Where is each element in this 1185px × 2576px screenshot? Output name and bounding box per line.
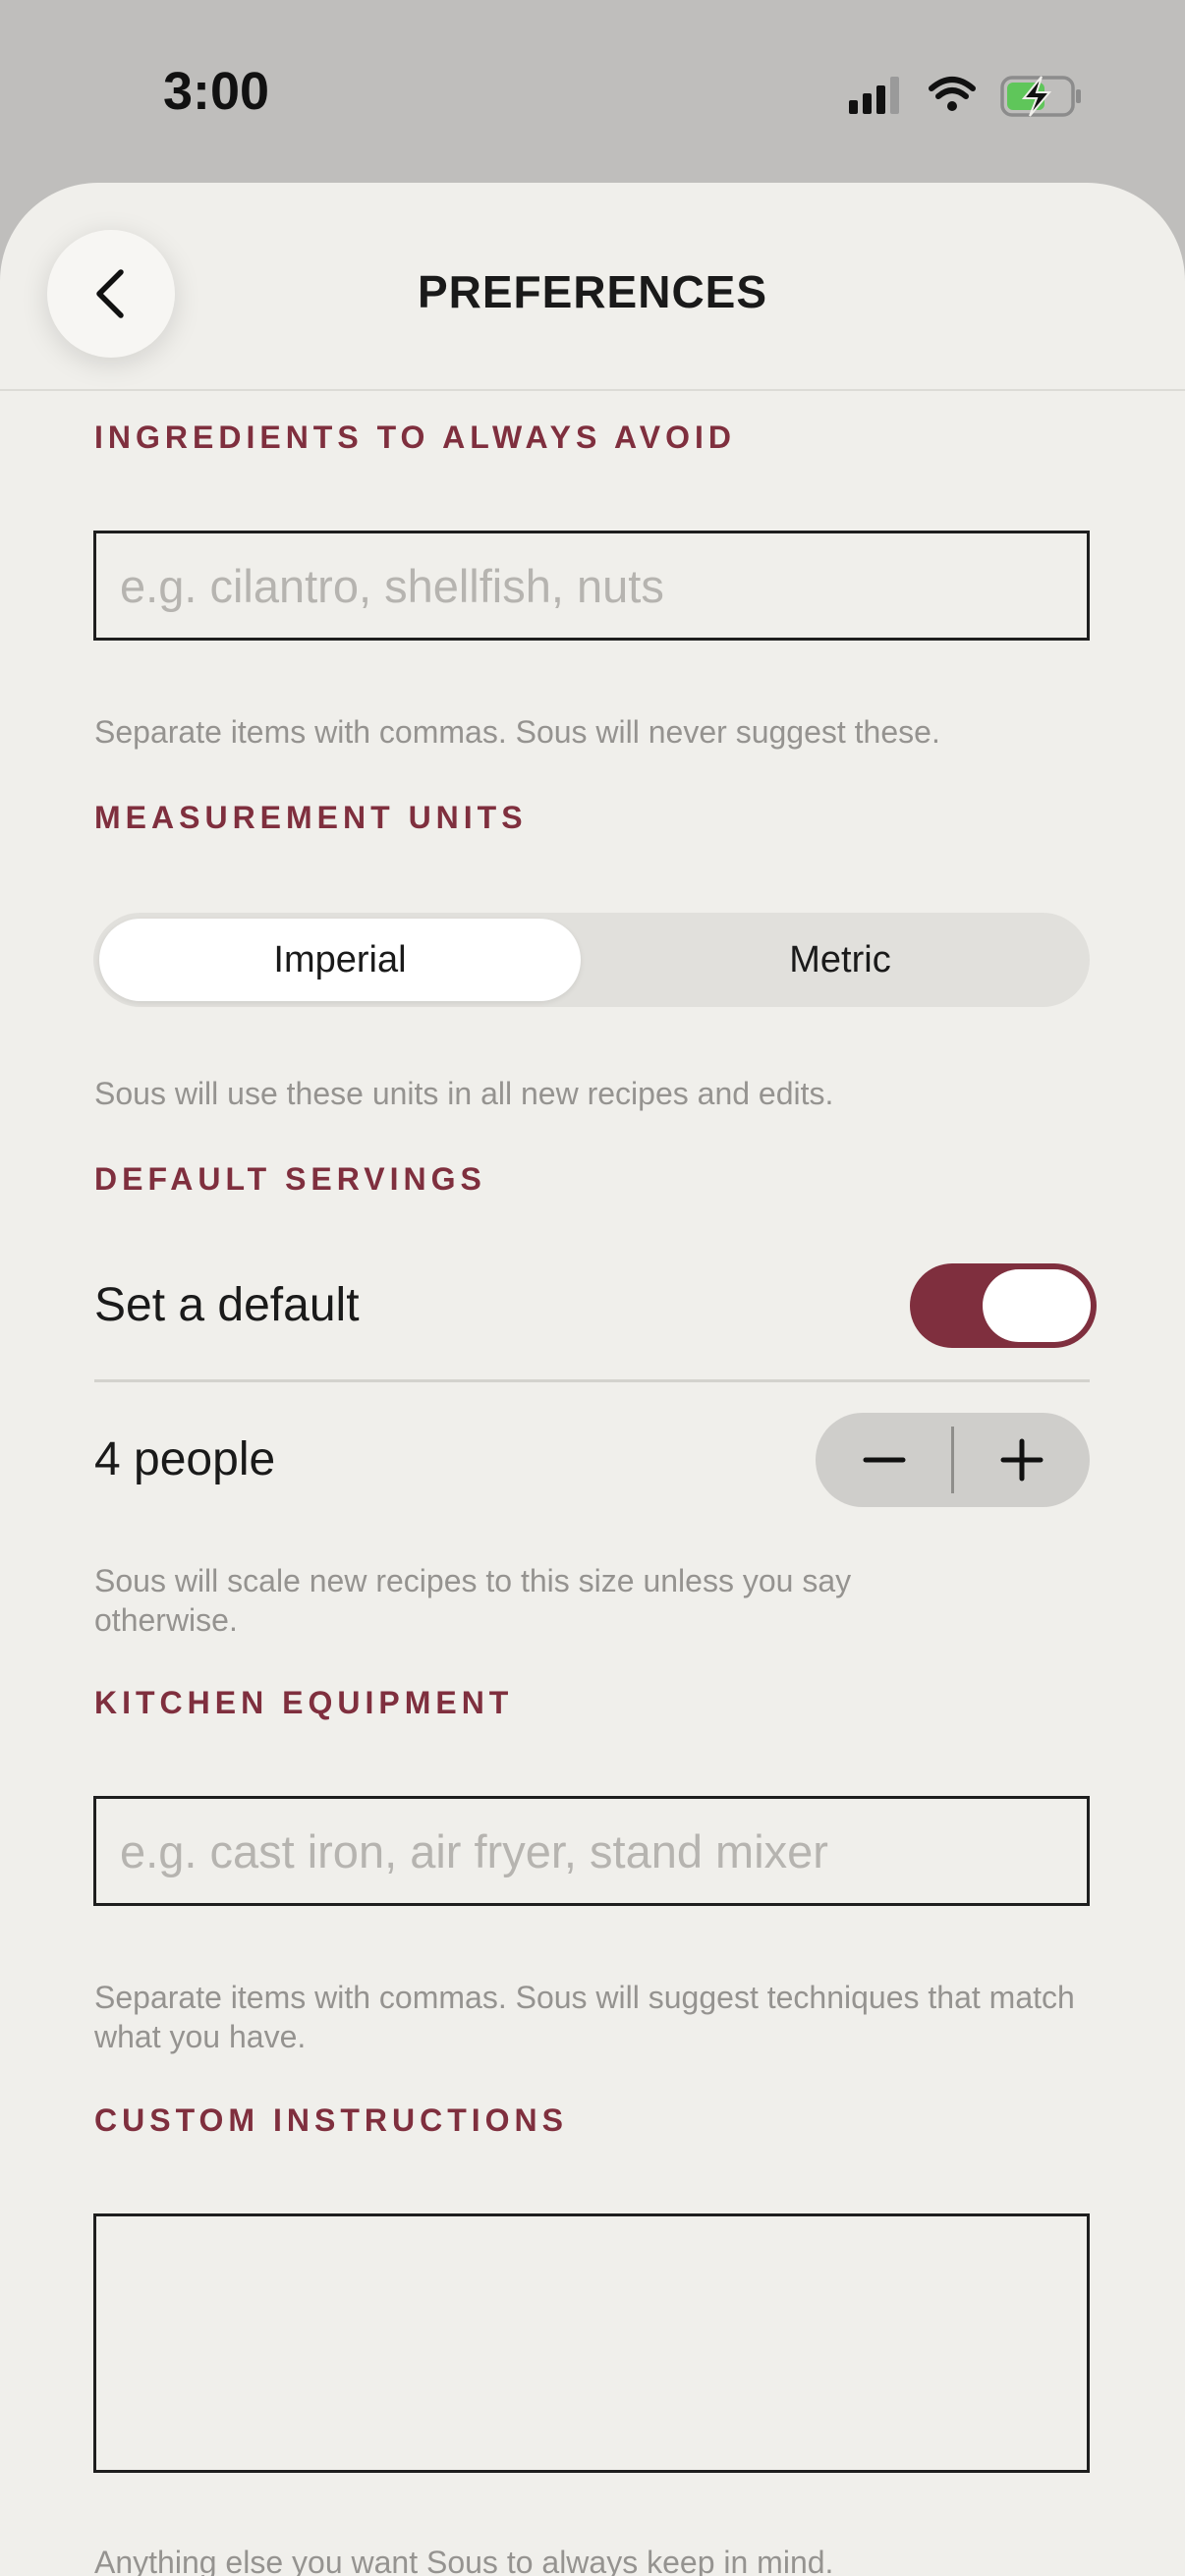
kitchen-equipment-input[interactable] — [93, 1796, 1090, 1906]
cellular-signal-icon — [849, 77, 899, 114]
avoid-ingredients-input[interactable] — [93, 531, 1090, 641]
status-icons — [849, 76, 1081, 117]
decrement-button[interactable] — [816, 1413, 952, 1507]
toggle-knob — [983, 1269, 1091, 1342]
equipment-section-label: KITCHEN EQUIPMENT — [94, 1685, 514, 1720]
avoid-section-label: INGREDIENTS TO ALWAYS AVOID — [94, 420, 736, 455]
servings-stepper — [816, 1413, 1090, 1507]
instructions-section-label: CUSTOM INSTRUCTIONS — [94, 2102, 568, 2138]
page-title: PREFERENCES — [417, 266, 768, 317]
status-bar: 3:00 — [0, 0, 1185, 187]
status-time: 3:00 — [163, 62, 270, 121]
set-default-toggle[interactable] — [910, 1263, 1097, 1348]
battery-charging-icon — [1000, 76, 1081, 117]
units-section-label: MEASUREMENT UNITS — [94, 800, 528, 835]
minus-icon — [863, 1457, 905, 1463]
servings-hint: Sous will scale new recipes to this size… — [94, 1563, 852, 1638]
servings-divider — [94, 1379, 1090, 1382]
units-hint: Sous will use these units in all new rec… — [94, 1076, 834, 1111]
avoid-hint: Separate items with commas. Sous will ne… — [94, 714, 940, 750]
increment-button[interactable] — [953, 1413, 1090, 1507]
servings-section-label: DEFAULT SERVINGS — [94, 1161, 486, 1197]
wifi-icon — [929, 77, 976, 111]
plus-icon — [1000, 1438, 1043, 1482]
equipment-hint: Separate items with commas. Sous will su… — [94, 1980, 1075, 2054]
servings-count-label: 4 people — [94, 1433, 276, 1485]
custom-instructions-textarea[interactable] — [93, 2213, 1090, 2473]
header: PREFERENCES — [0, 183, 1185, 391]
set-default-label: Set a default — [94, 1279, 360, 1331]
units-option-metric[interactable]: Metric — [596, 919, 1084, 1001]
instructions-hint: Anything else you want Sous to always ke… — [94, 2545, 834, 2576]
units-segmented-control: Imperial Metric — [93, 913, 1090, 1007]
units-option-imperial[interactable]: Imperial — [99, 919, 581, 1001]
preferences-sheet: PREFERENCES INGREDIENTS TO ALWAYS AVOID … — [0, 183, 1185, 2576]
